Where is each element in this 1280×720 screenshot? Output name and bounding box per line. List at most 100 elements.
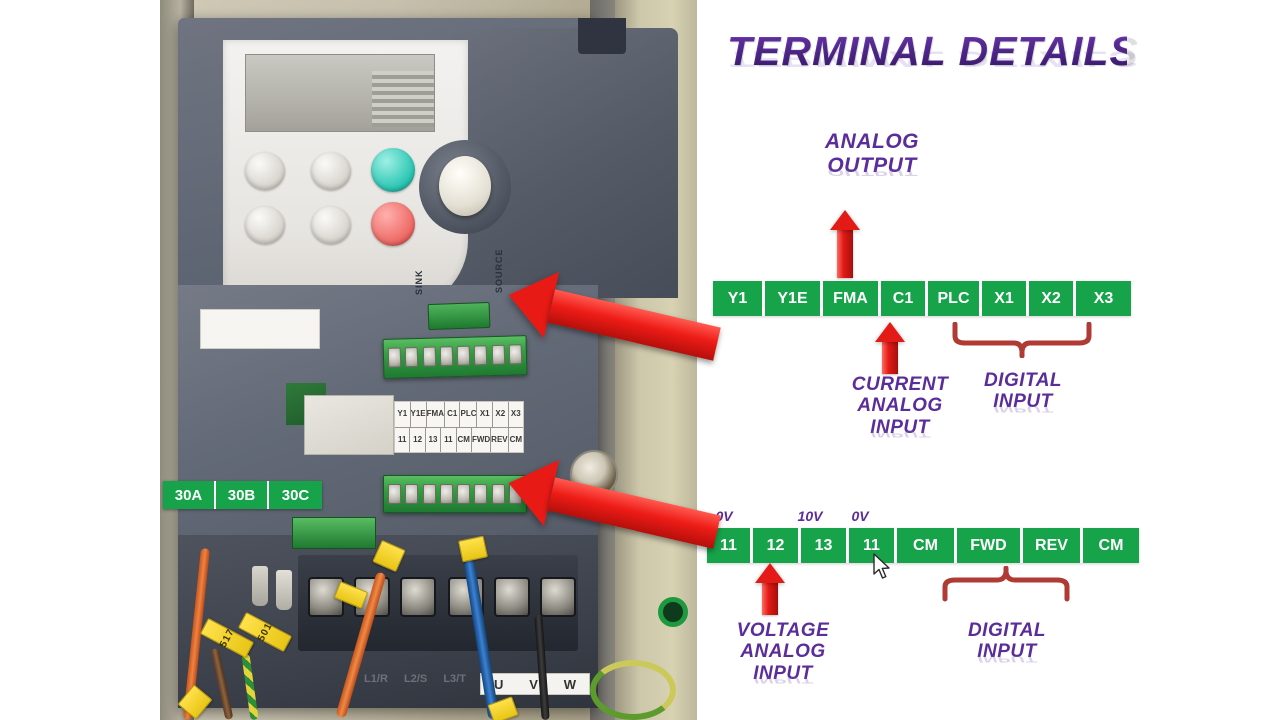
printed-cell: 11: [395, 427, 411, 452]
power-screw: [494, 577, 530, 617]
terminal-details-panel: TERMINAL DETAILS TERMINAL DETAILS ANALOG…: [697, 0, 1280, 720]
printed-label-row-bottom: 11 12 13 11 CM FWD REV CM: [395, 426, 523, 452]
arrow-head: [501, 449, 560, 527]
terminal-cell-fma[interactable]: FMA: [823, 281, 881, 316]
keypad-button-up: [245, 152, 285, 190]
terminal-cell-13[interactable]: 13: [801, 528, 849, 563]
page-title: TERMINAL DETAILS: [727, 28, 1138, 74]
label-line: ANALOG: [825, 130, 919, 153]
label-reflection: INPUT: [753, 674, 813, 685]
terminal-cell-12[interactable]: 12: [753, 528, 801, 563]
keypad-button-prog: [311, 152, 351, 190]
label-reflection: INPUT: [977, 653, 1037, 664]
terminal-cell-plc[interactable]: PLC: [928, 281, 982, 316]
brace-digital-input-top: [949, 322, 1095, 358]
label-line: CURRENT: [851, 374, 949, 395]
terminal-cell-11-second[interactable]: 11: [849, 528, 897, 563]
power-label: W: [563, 676, 577, 692]
terminal-cell-c1[interactable]: C1: [881, 281, 928, 316]
label-line: DIGITAL: [967, 620, 1047, 641]
arrow-shaft: [882, 342, 898, 374]
terminal-cell-y1e[interactable]: Y1E: [765, 281, 823, 316]
terminal-cell-rev[interactable]: REV: [1023, 528, 1083, 563]
output-power-labels: U V W: [480, 673, 590, 695]
keypad-display: [245, 54, 435, 132]
keypad-button-func: [311, 206, 351, 244]
input-power-labels: L1/R L2/S L3/T: [356, 673, 474, 685]
arrow-head: [875, 322, 905, 342]
terminal-cell-x2[interactable]: X2: [1029, 281, 1076, 316]
arrow-current-analog-input: [875, 322, 905, 374]
label-line: ANALOG: [740, 641, 826, 663]
brace-digital-input-bottom: [939, 566, 1073, 602]
printed-label-row-top: Y1 Y1E FMA C1 PLC X1 X2 X3: [395, 402, 523, 427]
label-digital-input-top: DIGITAL INPUT INPUT: [955, 370, 1091, 435]
arrow-shaft: [837, 230, 853, 278]
label-line: ANALOG: [857, 395, 943, 417]
terminal-cell-fwd[interactable]: FWD: [957, 528, 1023, 563]
power-label: V: [529, 676, 538, 692]
relay-terminal-block: [292, 517, 376, 549]
keypad-potentiometer-ring: [419, 140, 511, 234]
wire-ferrule: [252, 566, 268, 606]
label-voltage-analog-input: VOLTAGE ANALOG INPUT INPUT: [699, 620, 867, 706]
drive-jumper-block: [427, 301, 491, 331]
printed-cell: PLC: [460, 402, 478, 427]
power-label: U: [493, 676, 504, 692]
ground-terminal: [658, 597, 688, 627]
label-reflection: INPUT: [993, 403, 1053, 414]
wire-ferrule: [276, 570, 292, 610]
printed-cell: Y1E: [411, 402, 427, 427]
keypad-run-button: [371, 148, 415, 192]
printed-cell: CM: [457, 427, 472, 452]
terminal-cell-cm-first[interactable]: CM: [897, 528, 957, 563]
printed-cell: 12: [410, 427, 426, 452]
printed-cell: FWD: [472, 427, 492, 452]
drive-pcb-module: [304, 395, 394, 455]
printed-cell: REV: [491, 427, 509, 452]
terminal-cell-x1[interactable]: X1: [982, 281, 1029, 316]
drive-keypad: [223, 40, 511, 310]
label-digital-input-bottom: DIGITAL INPUT INPUT: [939, 620, 1075, 685]
terminal-row-bottom: 11 12 13 11 CM FWD REV CM: [707, 528, 1139, 563]
printed-cell: Y1: [395, 402, 411, 427]
printed-cell: X1: [477, 402, 493, 427]
keypad-stop-button: [371, 202, 415, 246]
relay-cell-30c: 30C: [269, 481, 322, 509]
printed-cell: 13: [426, 427, 442, 452]
label-analog-output: ANALOG OUTPUT OUTPUT: [782, 130, 962, 202]
power-label: L2/S: [403, 673, 428, 685]
terminal-row-top: Y1 Y1E FMA C1 PLC X1 X2 X3: [713, 281, 1131, 316]
drive-printed-terminal-label: Y1 Y1E FMA C1 PLC X1 X2 X3 11 12 13 11 C…: [394, 401, 524, 453]
arrow-shaft: [762, 583, 778, 615]
printed-cell: X2: [493, 402, 509, 427]
printed-cell: C1: [445, 402, 461, 427]
sink-text-label: SINK: [414, 269, 424, 295]
printed-cell: X3: [510, 409, 521, 419]
drive-top-tab: [578, 18, 626, 54]
marker-10v: 10V: [797, 508, 823, 524]
drive-blank-sticker: [200, 309, 320, 349]
power-label: L3/T: [443, 673, 466, 685]
power-label: L1/R: [364, 673, 388, 685]
keypad-button-down: [245, 206, 285, 244]
arrow-voltage-analog-input: [755, 563, 785, 615]
label-reflection: OUTPUT: [827, 166, 917, 179]
arrow-head: [501, 261, 560, 339]
keypad-potentiometer-knob: [439, 156, 491, 216]
printed-cell: 11: [441, 427, 457, 452]
terminal-cell-cm-second[interactable]: CM: [1083, 528, 1139, 563]
ground-wire-loop: [590, 660, 676, 720]
arrow-head: [755, 563, 785, 583]
power-screw: [540, 577, 576, 617]
label-line: DIGITAL: [983, 370, 1063, 391]
arrow-head: [830, 210, 860, 230]
relay-cell-30a: 30A: [163, 481, 216, 509]
printed-cell: FMA: [427, 402, 445, 427]
relay-terminal-overlay: 30A 30B 30C: [163, 481, 322, 509]
slide-canvas: SOURCE SINK Y1 Y1E FMA C1 PLC X1 X2 X3 1…: [0, 0, 1280, 720]
arrow-analog-output: [830, 210, 860, 278]
label-line: VOLTAGE: [736, 620, 830, 641]
terminal-cell-x3[interactable]: X3: [1076, 281, 1131, 316]
relay-cell-30b: 30B: [216, 481, 269, 509]
